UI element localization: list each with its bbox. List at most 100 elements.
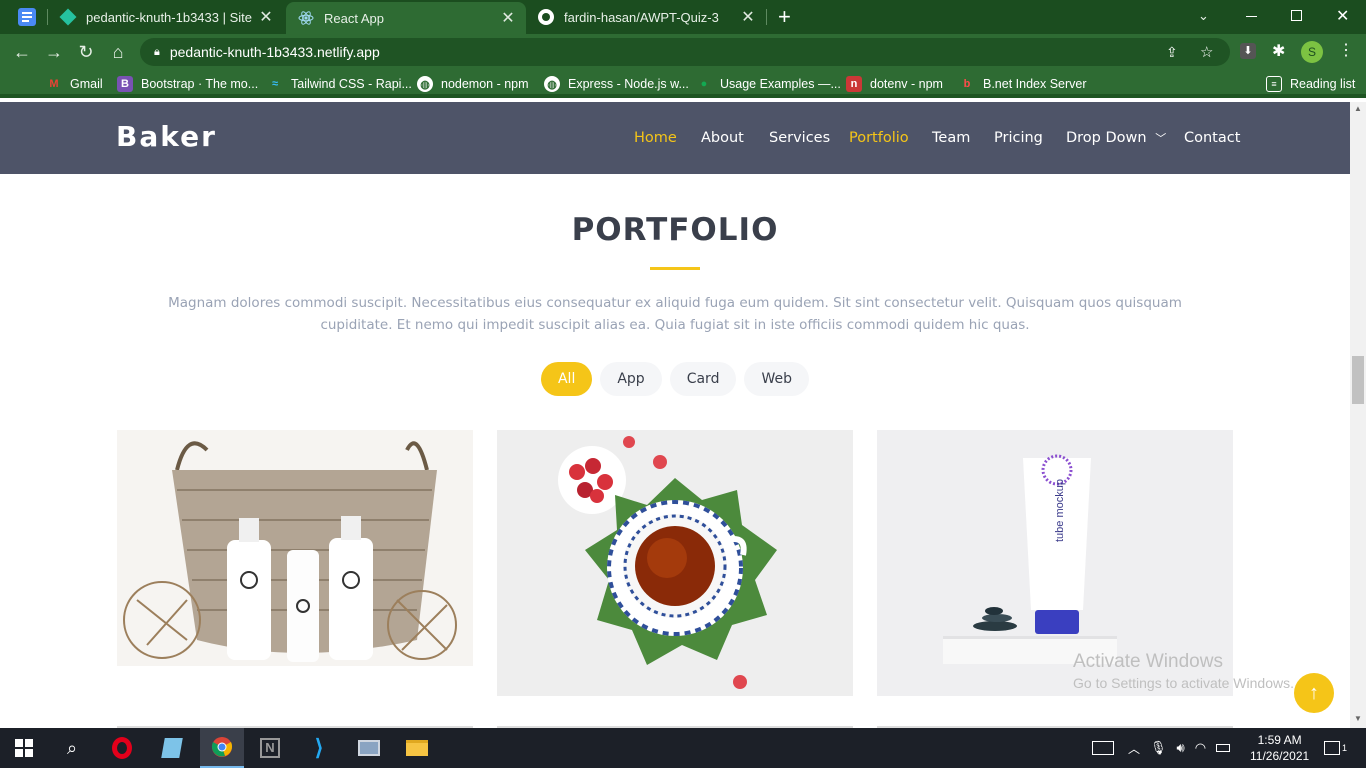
download-icon[interactable]: ⬇ — [1240, 43, 1256, 59]
page-scrollbar[interactable]: ▲ ▼ — [1350, 102, 1366, 728]
npm-icon: n — [846, 76, 862, 92]
scroll-down-icon[interactable]: ▼ — [1354, 714, 1362, 723]
wifi-icon[interactable]: ◠ — [1195, 740, 1206, 756]
portfolio-item-tea[interactable] — [497, 430, 853, 696]
minimize-icon[interactable] — [1246, 16, 1257, 17]
reading-list[interactable]: ≡ Reading list — [1266, 75, 1355, 93]
bnet-icon: b — [963, 78, 971, 90]
bookmark-tailwind[interactable]: ≈ Tailwind CSS - Rapi... — [267, 75, 412, 93]
filter-web[interactable]: Web — [744, 362, 809, 396]
vscode-icon[interactable]: ⟩ — [305, 734, 333, 762]
tab-search-icon[interactable] — [18, 8, 36, 26]
tea-cup-image — [497, 430, 853, 696]
chevron-up-icon[interactable]: ︿ — [1128, 740, 1140, 757]
microphone-icon[interactable]: 🎙︎ — [1150, 740, 1167, 756]
nav-about[interactable]: About — [701, 130, 744, 146]
battery-icon[interactable] — [1216, 744, 1231, 752]
tab-title: React App — [324, 10, 384, 26]
url-text: pedantic-knuth-1b3433.netlify.app — [169, 44, 380, 60]
tailwind-icon: ≈ — [271, 78, 279, 90]
profile-avatar[interactable]: S — [1301, 41, 1323, 63]
bookmark-bootstrap[interactable]: B Bootstrap · The mo... — [117, 75, 258, 93]
bootstrap-icon: B — [117, 76, 133, 92]
keyboard-icon[interactable] — [1092, 741, 1114, 755]
close-window-icon[interactable]: ✕ — [1336, 6, 1349, 26]
windows-taskbar: ⌕ N ⟩ ︿ 🎙︎ 🔊︎ ◠ 1:59 AM 11/26/2021 1 — [0, 728, 1366, 768]
react-icon — [298, 10, 314, 26]
filter-app[interactable]: App — [600, 362, 662, 396]
reload-icon[interactable]: ↻ — [76, 42, 96, 62]
section-title: PORTFOLIO — [571, 212, 779, 248]
tab-netlify[interactable]: pedantic-knuth-1b3433 | Site ove ✕ — [48, 0, 284, 34]
nav-services[interactable]: Services — [769, 130, 830, 146]
notepad-icon[interactable] — [158, 734, 186, 762]
portfolio-section: PORTFOLIO Magnam dolores commodi suscipi… — [0, 174, 1350, 728]
nav-home[interactable]: Home — [634, 130, 677, 146]
site-logo[interactable]: Baker — [116, 120, 217, 153]
site-header: Baker Home About Services Portfolio Team… — [0, 102, 1350, 174]
url-field[interactable]: 🔒︎ pedantic-knuth-1b3433.netlify.app ⇪ ☆ — [140, 38, 1230, 66]
notification-icon — [1324, 741, 1340, 755]
activate-windows-watermark: Activate Windows Go to Settings to activ… — [1073, 651, 1294, 691]
arrow-up-icon: ↑ — [1309, 681, 1319, 704]
bookmark-gmail[interactable]: M Gmail — [46, 75, 102, 93]
back-icon[interactable]: ← — [12, 42, 32, 62]
notion-icon[interactable]: N — [256, 734, 284, 762]
bookmark-bnet[interactable]: b B.net Index Server — [959, 75, 1087, 93]
netlify-icon — [59, 8, 77, 26]
scroll-thumb[interactable] — [1352, 356, 1364, 404]
nav-contact[interactable]: Contact — [1184, 130, 1240, 146]
scroll-up-icon[interactable]: ▲ — [1354, 104, 1362, 113]
bookmark-usage-examples[interactable]: ● Usage Examples —... — [696, 75, 841, 93]
close-icon[interactable]: ✕ — [256, 7, 276, 27]
notification-center[interactable]: 1 — [1324, 728, 1347, 768]
filter-card[interactable]: Card — [669, 362, 737, 396]
photos-icon[interactable] — [355, 734, 383, 762]
bookmark-nodemon[interactable]: ◍ nodemon - npm — [417, 75, 529, 93]
tab-github[interactable]: fardin-hasan/AWPT-Quiz-3 ✕ — [526, 0, 766, 34]
basket-cosmetics-image — [117, 430, 473, 666]
reading-list-icon: ≡ — [1266, 76, 1282, 92]
new-tab-button[interactable]: + — [778, 4, 791, 30]
bookmark-dotenv[interactable]: n dotenv - npm — [846, 75, 943, 93]
nav-portfolio[interactable]: Portfolio — [849, 130, 909, 146]
nav-team[interactable]: Team — [932, 130, 970, 146]
file-explorer-icon[interactable] — [403, 734, 431, 762]
tab-strip: pedantic-knuth-1b3433 | Site ove ✕ React… — [0, 0, 1366, 34]
title-underline — [650, 267, 700, 270]
system-tray: ︿ 🎙︎ 🔊︎ ◠ — [1092, 728, 1231, 768]
chrome-icon[interactable] — [200, 728, 244, 768]
mongodb-leaf-icon: ● — [700, 78, 708, 90]
clock[interactable]: 1:59 AM 11/26/2021 — [1250, 728, 1309, 768]
filter-all[interactable]: All — [540, 362, 593, 396]
tab-react-app[interactable]: React App ✕ — [286, 2, 526, 34]
forward-icon[interactable]: → — [44, 42, 64, 62]
bookmark-express[interactable]: ◍ Express - Node.js w... — [544, 75, 689, 93]
portfolio-item-basket[interactable] — [117, 430, 473, 666]
volume-icon[interactable]: 🔊︎ — [1177, 740, 1185, 756]
lock-icon: 🔒︎ — [154, 45, 160, 58]
close-icon[interactable]: ✕ — [738, 7, 758, 27]
notification-count: 1 — [1342, 743, 1348, 753]
bookmark-star-icon[interactable]: ☆ — [1200, 43, 1213, 61]
search-icon[interactable]: ⌕ — [58, 734, 86, 762]
portfolio-filters: All App Card Web — [0, 362, 1350, 396]
share-icon[interactable]: ⇪ — [1166, 44, 1178, 61]
nav-dropdown-label: Drop Down — [1066, 130, 1147, 146]
start-icon[interactable] — [10, 734, 38, 762]
tab-list-icon[interactable]: ⌄ — [1198, 8, 1209, 24]
extensions-icon[interactable]: ✱ — [1272, 41, 1285, 61]
address-bar: ← → ↻ ⌂ 🔒︎ pedantic-knuth-1b3433.netlify… — [0, 34, 1366, 70]
restore-icon[interactable] — [1291, 10, 1302, 21]
close-icon[interactable]: ✕ — [498, 8, 518, 28]
opera-icon[interactable] — [108, 734, 136, 762]
globe-icon: ◍ — [417, 76, 433, 92]
home-icon[interactable]: ⌂ — [108, 42, 128, 62]
back-to-top-button[interactable]: ↑ — [1294, 673, 1334, 713]
nav-dropdown[interactable]: Drop Down ﹀ — [1066, 130, 1166, 146]
tab-title: pedantic-knuth-1b3433 | Site ove — [86, 9, 256, 25]
bookmarks-bar: M Gmail B Bootstrap · The mo... ≈ Tailwind … — [0, 70, 1366, 98]
nav-pricing[interactable]: Pricing — [994, 130, 1043, 146]
menu-icon[interactable]: ⋮ — [1338, 40, 1354, 60]
tab-title: fardin-hasan/AWPT-Quiz-3 — [564, 9, 719, 25]
